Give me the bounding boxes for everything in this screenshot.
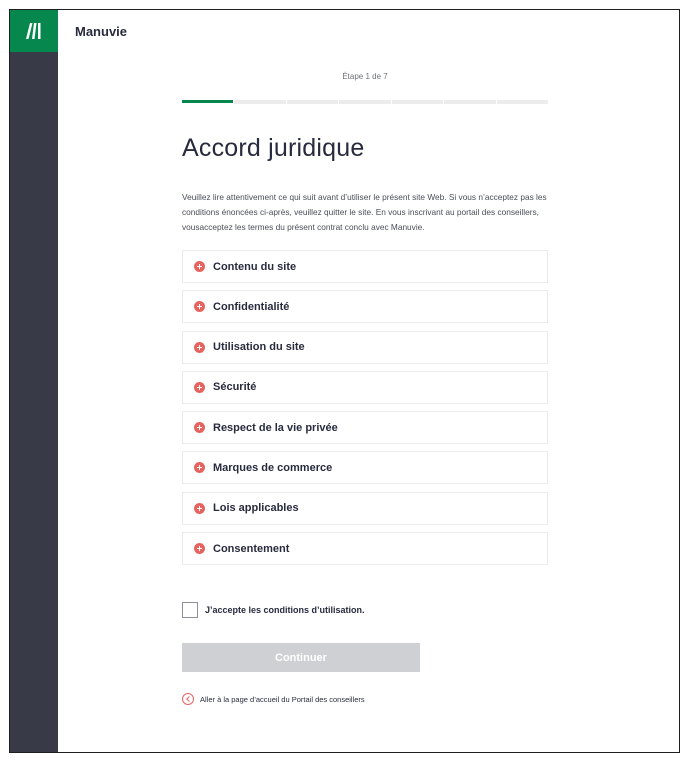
progress-segment-6	[444, 100, 496, 104]
accordion-item-label: Utilisation du site	[213, 341, 305, 354]
expand-plus-icon	[194, 462, 205, 474]
sidebar	[10, 10, 58, 752]
accordion-item-respect-vie-privee[interactable]: Respect de la vie privée	[182, 411, 548, 445]
accordion-item-label: Confidentialité	[213, 300, 290, 313]
progress-bar	[182, 100, 548, 104]
accordion-item-label: Lois applicables	[213, 502, 299, 515]
legal-accordion: Contenu du site Confidentialité Utilisat…	[182, 250, 548, 572]
brand-name: Manuvie	[75, 24, 128, 39]
accept-terms[interactable]: J’accepte les conditions d’utilisation.	[182, 602, 365, 618]
app-frame: Manuvie Étape 1 de 7 Accord juridique Ve…	[9, 9, 680, 753]
expand-plus-icon	[194, 543, 205, 555]
accordion-item-label: Sécurité	[213, 381, 257, 394]
manulife-logo-icon	[26, 23, 41, 39]
accordion-item-label: Respect de la vie privée	[213, 421, 338, 434]
progress-segment-7	[496, 100, 548, 104]
page-title: Accord juridique	[182, 134, 365, 162]
progress-segment-4	[339, 100, 391, 104]
accordion-item-contenu-du-site[interactable]: Contenu du site	[182, 250, 548, 283]
chevron-left-circle-icon	[182, 693, 194, 705]
progress-segment-5	[391, 100, 444, 104]
continue-button[interactable]: Continuer	[182, 643, 420, 672]
accept-terms-checkbox[interactable]	[182, 602, 198, 618]
expand-plus-icon	[194, 422, 205, 434]
accordion-item-lois-applicables[interactable]: Lois applicables	[182, 491, 548, 525]
accordion-item-utilisation-du-site[interactable]: Utilisation du site	[182, 330, 548, 364]
accordion-item-consentement[interactable]: Consentement	[182, 532, 548, 566]
accordion-item-securite[interactable]: Sécurité	[182, 370, 548, 404]
accordion-item-label: Marques de commerce	[213, 461, 333, 474]
intro-text: Veuillez lire attentivement ce qui suit …	[182, 192, 547, 232]
progress-segment-2	[234, 100, 286, 104]
back-to-home-link[interactable]: Aller à la page d’accueil du Portail des…	[182, 693, 365, 705]
step-indicator: Étape 1 de 7	[342, 72, 388, 81]
progress-segment-3	[286, 100, 339, 104]
expand-plus-icon	[194, 341, 205, 353]
accordion-item-marques-de-commerce[interactable]: Marques de commerce	[182, 451, 548, 485]
expand-plus-icon	[194, 261, 205, 272]
expand-plus-icon	[194, 301, 205, 313]
accordion-item-label: Contenu du site	[213, 260, 297, 273]
accordion-item-label: Consentement	[213, 542, 290, 555]
back-link-label: Aller à la page d’accueil du Portail des…	[200, 694, 365, 704]
accept-terms-label: J’accepte les conditions d’utilisation.	[205, 605, 365, 615]
manulife-logo[interactable]	[10, 10, 58, 52]
progress-segment-1	[182, 100, 234, 103]
expand-plus-icon	[194, 502, 205, 514]
top-bar: Manuvie	[58, 10, 679, 52]
expand-plus-icon	[194, 381, 205, 393]
accordion-item-confidentialite[interactable]: Confidentialité	[182, 290, 548, 324]
